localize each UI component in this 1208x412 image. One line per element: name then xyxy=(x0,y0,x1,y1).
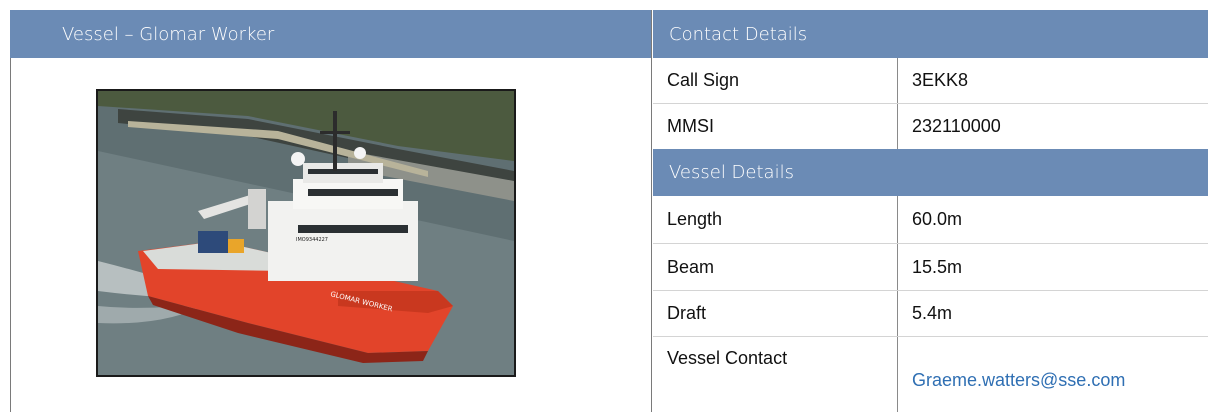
draft-label: Draft xyxy=(667,303,707,323)
mmsi-label: MMSI xyxy=(667,116,714,136)
contact-details-title: Contact Details xyxy=(669,23,808,45)
vessel-contact-label: Vessel Contact xyxy=(667,348,788,368)
vessel-panel-title: Vessel – Glomar Worker xyxy=(62,23,275,45)
contact-details-header: Contact Details xyxy=(653,10,1208,58)
beam-value: 15.5m xyxy=(912,256,963,277)
length-value: 60.0m xyxy=(912,209,963,229)
call-sign-value: 3EKK8 xyxy=(912,70,969,90)
call-sign-label: Call Sign xyxy=(667,70,740,90)
mmsi-value: 232110000 xyxy=(912,116,1001,136)
length-label: Length xyxy=(667,209,723,229)
left-border xyxy=(10,58,11,412)
center-divider xyxy=(651,10,652,412)
vessel-panel-header: Vessel – Glomar Worker xyxy=(10,10,651,58)
vessel-details-header: Vessel Details xyxy=(653,149,1208,196)
vessel-photo: GLOMAR WORKER IMO9344227 xyxy=(96,89,516,377)
vessel-contact-email-link[interactable]: Graeme.watters@sse.com xyxy=(912,370,1125,391)
draft-value: 5.4m xyxy=(912,303,953,323)
imo-marking: IMO9344227 xyxy=(296,237,328,243)
beam-label: Beam xyxy=(667,256,715,277)
vessel-details-title: Vessel Details xyxy=(669,162,794,183)
vessel-photo-illustration: GLOMAR WORKER IMO9344227 xyxy=(98,91,514,375)
